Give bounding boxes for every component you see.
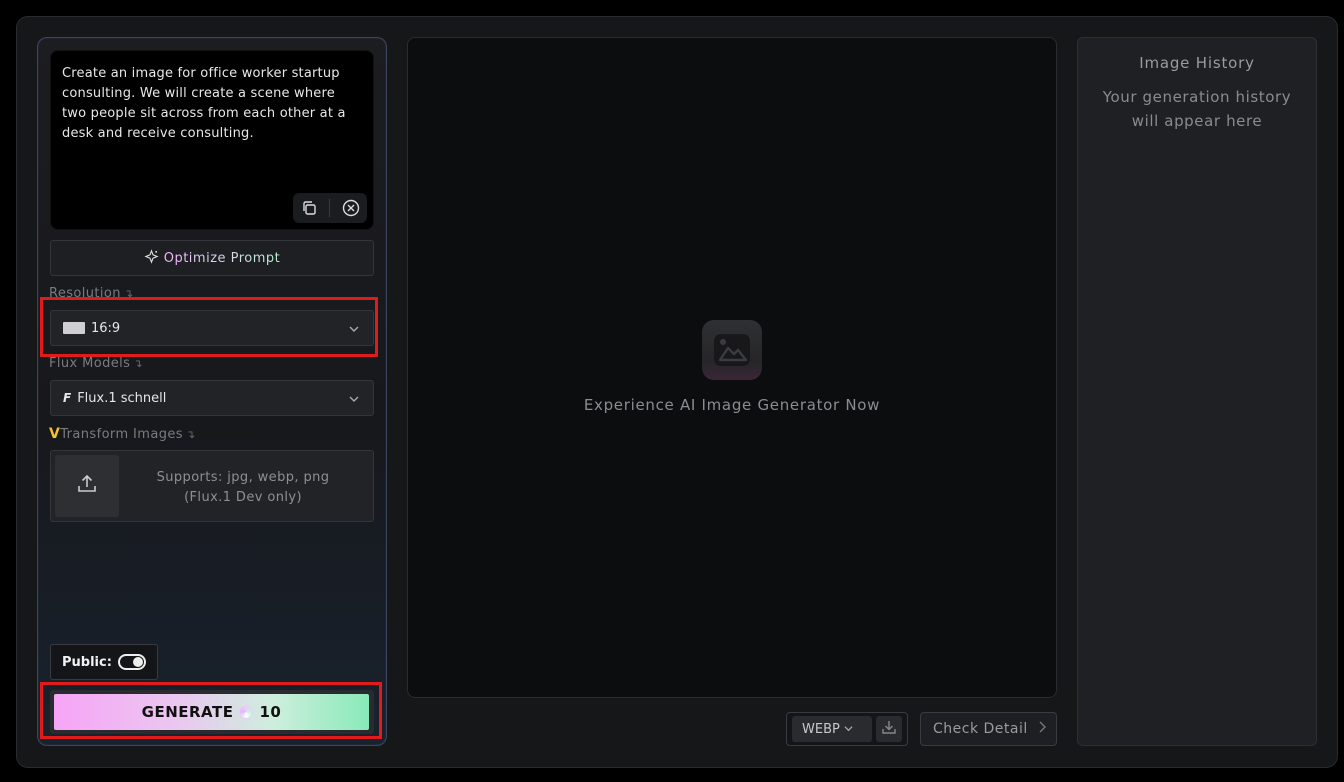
public-label: Public: (62, 654, 112, 670)
history-title: Image History (1139, 54, 1255, 72)
check-detail-button[interactable]: Check Detail (920, 712, 1057, 746)
optimize-prompt-button[interactable]: Optimize Prompt (50, 240, 374, 276)
info-hint-icon: ↴ (185, 428, 196, 441)
chevron-right-icon (1038, 721, 1046, 737)
flux-models-label: Flux Models ↴ (49, 356, 143, 371)
prompt-text[interactable]: Create an image for office worker startu… (62, 64, 362, 144)
generate-button[interactable]: GENERATE 10 (54, 694, 369, 730)
format-select[interactable]: WEBP (792, 716, 872, 742)
public-toggle[interactable] (117, 654, 146, 670)
flux-models-label-text: Flux Models (49, 356, 131, 371)
image-placeholder-icon (702, 320, 762, 380)
flux-model-select[interactable]: F Flux.1 schnell (50, 380, 374, 416)
public-toggle-box: Public: (50, 644, 158, 680)
resolution-value: 16:9 (91, 320, 121, 336)
upload-supported-formats: Supports: jpg, webp, png (Flux.1 Dev onl… (156, 470, 330, 505)
history-empty-message: Your generation history will appear here (1102, 88, 1292, 130)
image-history-panel: Image History Your generation history wi… (1077, 37, 1317, 746)
prompt-textarea[interactable]: Create an image for office worker startu… (50, 50, 374, 230)
flux-model-value: Flux.1 schnell (77, 390, 167, 406)
resolution-select[interactable]: 16:9 (50, 310, 374, 346)
info-hint-icon: ↴ (123, 287, 134, 300)
resolution-label: Resolution ↴ (49, 286, 134, 301)
generate-label: GENERATE (141, 703, 234, 721)
upload-button[interactable] (55, 455, 119, 517)
chevron-down-icon (844, 722, 853, 737)
vip-badge-icon: V (49, 426, 61, 442)
format-value: WEBP (802, 721, 840, 737)
canvas-placeholder-text: Experience AI Image Generator Now (583, 396, 881, 414)
copy-icon[interactable] (298, 197, 320, 219)
info-hint-icon: ↴ (133, 357, 143, 370)
chevron-down-icon (349, 393, 359, 408)
aspect-ratio-icon (63, 322, 85, 334)
sparkle-icon (144, 248, 159, 268)
resolution-label-text: Resolution (49, 286, 121, 301)
flux-logo-icon: F (63, 391, 72, 405)
download-icon (881, 719, 897, 739)
upload-icon (76, 473, 98, 499)
generate-cost: 10 (259, 703, 282, 721)
transform-images-label: VTransform Images ↴ (49, 426, 196, 442)
prompt-tools (293, 193, 367, 223)
tool-separator (329, 199, 331, 217)
optimize-prompt-label: Optimize Prompt (163, 250, 281, 266)
transform-images-label-text: Transform Images (60, 427, 183, 442)
chevron-down-icon (349, 323, 359, 338)
credit-coin-icon (239, 705, 254, 719)
check-detail-label: Check Detail (933, 721, 1028, 737)
image-upload-box[interactable]: Supports: jpg, webp, png (Flux.1 Dev onl… (50, 450, 374, 522)
clear-circle-icon[interactable] (340, 197, 362, 219)
download-button[interactable] (876, 716, 902, 742)
